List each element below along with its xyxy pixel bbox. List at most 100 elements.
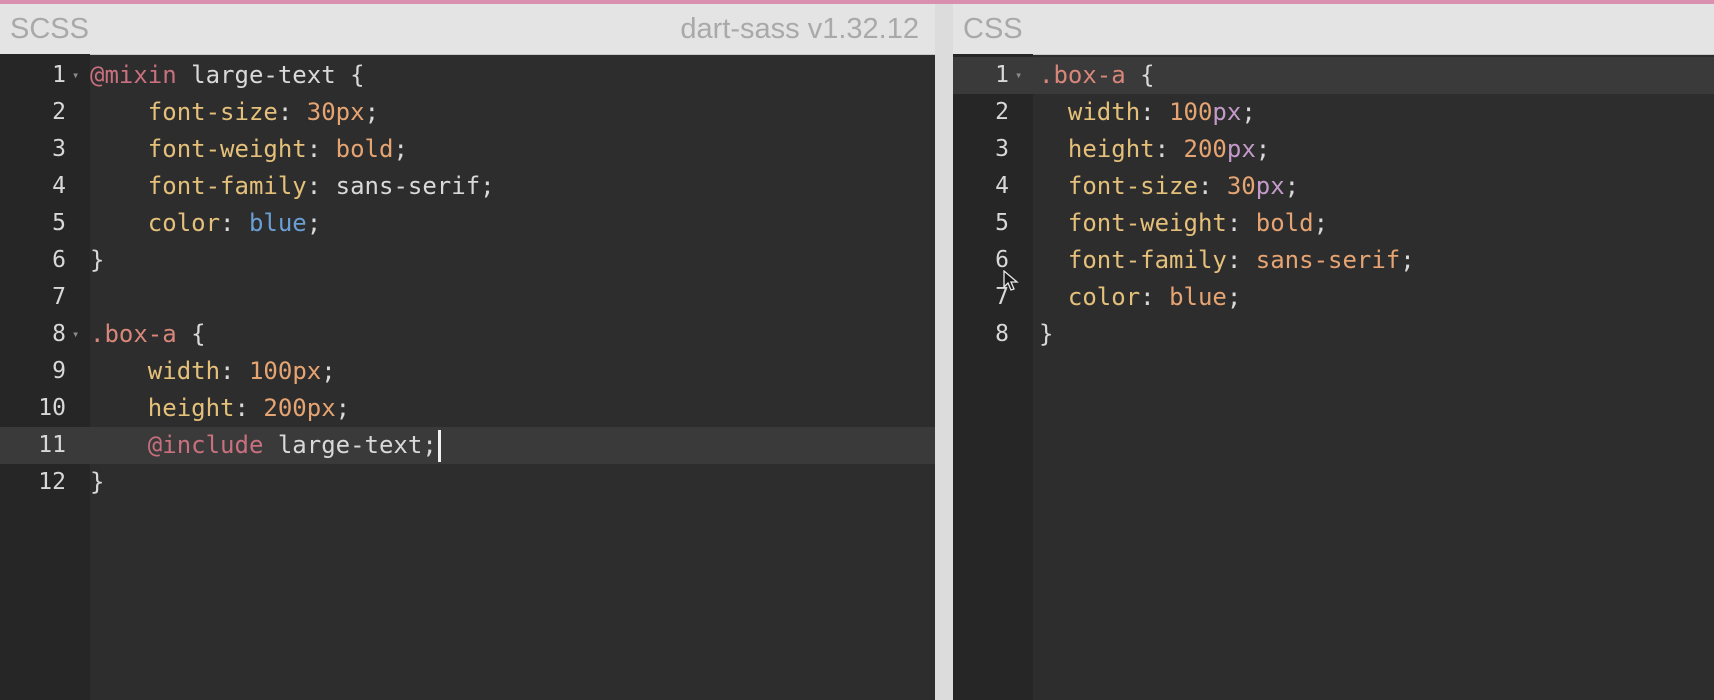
fold-toggle-icon[interactable]: ▾ — [72, 57, 79, 94]
code-token: color — [1067, 283, 1141, 311]
code-text: @mixin large-text { — [90, 57, 365, 94]
code-token: : — [1226, 209, 1256, 237]
code-token: font-size — [147, 98, 278, 126]
mouse-pointer-icon — [1003, 270, 1019, 291]
code-line[interactable]: 8 ▾ .box-a { — [0, 316, 935, 353]
line-number: 2 — [995, 99, 1009, 125]
code-token: } — [90, 246, 105, 274]
css-pane-header: CSS — [953, 4, 1714, 55]
code-token: font-weight — [147, 135, 307, 163]
css-pane-title: CSS — [963, 13, 1023, 45]
code-token: ; — [1313, 209, 1329, 237]
code-text: .box-a { — [90, 316, 206, 353]
code-line[interactable]: 2 font-size: 30px; — [0, 94, 935, 131]
code-token: ; — [364, 98, 380, 126]
line-number: 4 — [995, 173, 1009, 199]
line-number: 6 — [52, 247, 66, 273]
code-line[interactable]: 4 font-family: sans-serif; — [0, 168, 935, 205]
scss-pane-header: SCSS dart-sass v1.32.12 — [0, 4, 935, 55]
text-cursor — [437, 430, 441, 462]
code-token: px — [1255, 172, 1285, 200]
code-token: height — [147, 394, 235, 422]
code-line[interactable]: 10 height: 200px; — [0, 390, 935, 427]
code-line[interactable]: 3 height: 200px; — [953, 131, 1714, 168]
line-number: 11 — [38, 432, 66, 458]
code-text: font-family: sans-serif; — [1039, 242, 1415, 279]
code-text: height: 200px; — [90, 390, 350, 427]
code-line[interactable]: 7 color: blue; — [953, 279, 1714, 316]
pane-divider[interactable] — [935, 4, 953, 700]
code-token: 200 — [263, 394, 307, 422]
code-line[interactable]: 12} — [0, 464, 935, 501]
line-number: 3 — [995, 136, 1009, 162]
code-text: } — [1039, 316, 1053, 353]
code-line[interactable]: 5 font-weight: bold; — [953, 205, 1714, 242]
line-number: 8 — [52, 321, 66, 347]
fold-toggle-icon[interactable]: ▾ — [72, 316, 79, 353]
code-token: sans-serif — [1255, 246, 1401, 274]
code-token: : — [220, 357, 249, 385]
code-token: { — [1125, 61, 1155, 89]
code-token: px — [1226, 135, 1256, 163]
fold-toggle-icon[interactable]: ▾ — [1015, 57, 1022, 94]
code-token: ; — [321, 357, 336, 385]
code-line[interactable]: 3 font-weight: bold; — [0, 131, 935, 168]
code-text: .box-a { — [1039, 57, 1155, 94]
code-line[interactable]: 2 width: 100px; — [953, 94, 1714, 131]
scss-pane-title: SCSS — [10, 13, 89, 45]
code-token: ; — [1241, 98, 1256, 126]
line-number: 6 — [995, 247, 1009, 273]
code-line[interactable]: 6 font-family: sans-serif; — [953, 242, 1714, 279]
code-line[interactable]: 1 ▾ @mixin large-text { — [0, 57, 935, 94]
code-text: font-size: 30px; — [90, 94, 379, 131]
scss-pane: SCSS dart-sass v1.32.12 1 ▾ @mixin large-t… — [0, 4, 935, 700]
code-line[interactable]: 9 width: 100px; — [0, 353, 935, 390]
code-token: ; — [393, 135, 408, 163]
css-output-editor[interactable]: 1 ▾ .box-a {2 width: 100px; 3 height: 200px… — [953, 54, 1714, 700]
code-token: : — [306, 135, 336, 163]
code-token: ; — [335, 394, 351, 422]
code-text: font-family: sans-serif; — [90, 168, 495, 205]
code-token: 30 — [1226, 172, 1256, 200]
code-token: : — [234, 394, 264, 422]
code-token: font-weight — [1067, 209, 1227, 237]
code-token: ; — [1255, 135, 1271, 163]
code-text: font-size: 30px; — [1039, 168, 1299, 205]
code-token: px — [1212, 98, 1242, 126]
line-number: 7 — [52, 284, 66, 310]
code-token: height — [1067, 135, 1155, 163]
code-line[interactable]: 7 — [0, 279, 935, 316]
code-text: font-weight: bold; — [90, 131, 408, 168]
code-token: bold — [335, 135, 394, 163]
compiler-version-label: dart-sass v1.32.12 — [680, 13, 919, 45]
line-number: 8 — [995, 321, 1009, 347]
code-token: px — [306, 394, 336, 422]
code-line[interactable]: 1 ▾ .box-a { — [953, 57, 1714, 94]
code-token: .box-a — [90, 320, 177, 348]
scss-editor[interactable]: 1 ▾ @mixin large-text {2 font-size: 30px; 3… — [0, 54, 935, 700]
line-number: 9 — [52, 358, 66, 384]
line-number: 12 — [38, 469, 66, 495]
code-text: @include large-text; — [90, 427, 441, 464]
css-pane: CSS 1 ▾ .box-a {2 width: 100px; 3 height: 2… — [953, 4, 1714, 700]
code-token: { — [176, 320, 206, 348]
code-token: } — [90, 468, 105, 496]
code-line[interactable]: 11 @include large-text; — [0, 427, 935, 464]
code-token: px — [335, 98, 365, 126]
code-line[interactable]: 8} — [953, 316, 1714, 353]
code-text: height: 200px; — [1039, 131, 1270, 168]
code-line[interactable]: 4 font-size: 30px; — [953, 168, 1714, 205]
code-line[interactable]: 5 color: blue; — [0, 205, 935, 242]
code-token: } — [1039, 320, 1054, 348]
code-token: bold — [1255, 209, 1314, 237]
code-token: : — [1226, 246, 1256, 274]
line-number: 4 — [52, 173, 66, 199]
line-number: 1 — [995, 62, 1009, 88]
code-token: large-text { — [176, 61, 365, 89]
code-text: font-weight: bold; — [1039, 205, 1328, 242]
code-token: : — [1140, 283, 1170, 311]
code-token: large-text; — [263, 431, 437, 459]
code-text: width: 100px; — [1039, 94, 1256, 131]
code-line[interactable]: 6} — [0, 242, 935, 279]
code-token: ; — [1226, 283, 1242, 311]
